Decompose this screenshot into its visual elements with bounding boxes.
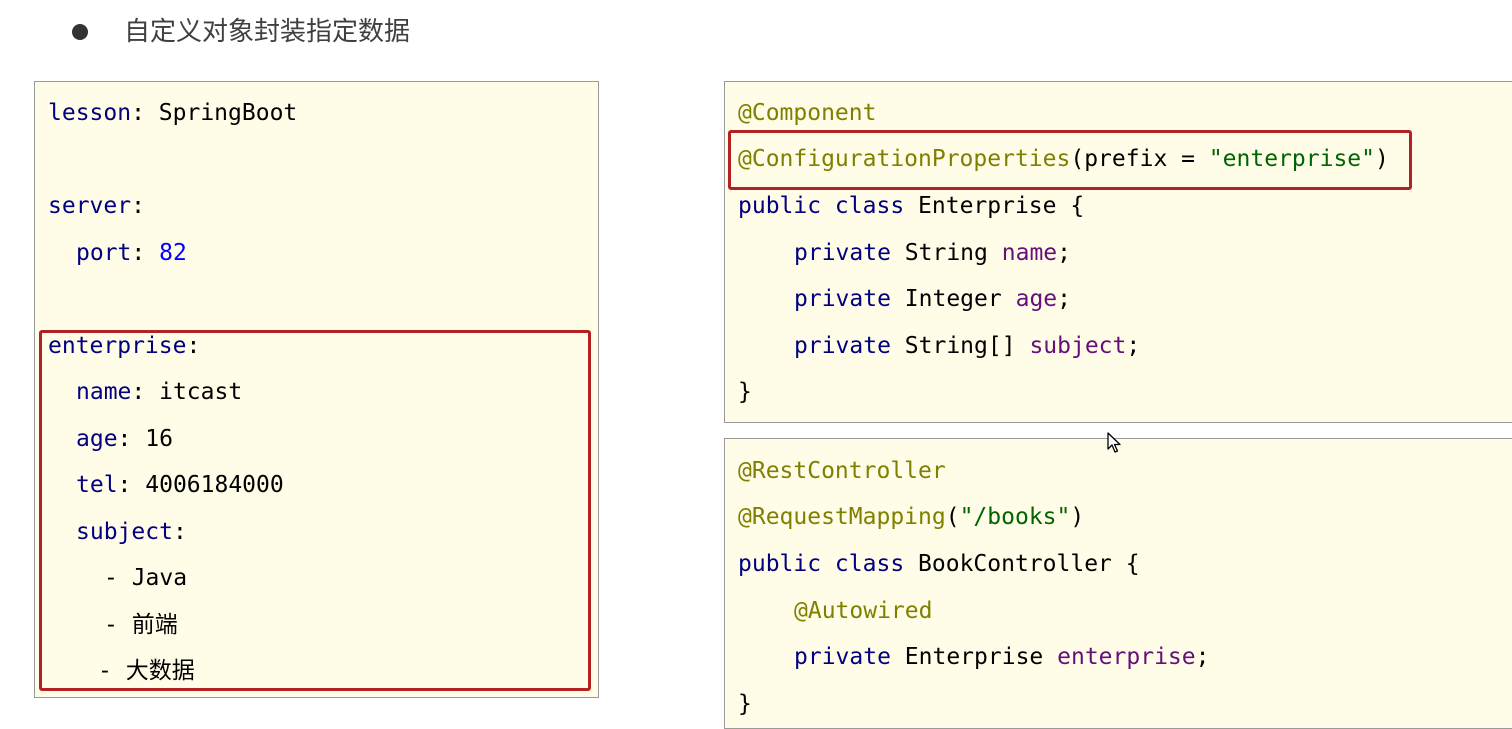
code-line-field: private Integer age; — [794, 286, 1071, 312]
annotation-autowired: @Autowired — [794, 598, 933, 624]
yaml-value-name: itcast — [159, 379, 243, 405]
code-line-closing-brace: } — [738, 377, 752, 407]
field-modifier: private — [794, 286, 891, 312]
field-name: age — [1015, 286, 1058, 312]
config-prefix-param: prefix = — [1084, 146, 1209, 172]
field-name: subject — [1029, 333, 1127, 359]
yaml-key-port: port — [76, 240, 132, 266]
yaml-key-age: age — [76, 426, 118, 452]
yaml-line-enterprise: enterprise: — [48, 333, 201, 359]
code-line-field: private String[] subject; — [794, 333, 1141, 359]
bullet-icon — [72, 24, 88, 40]
code-line-field: private Enterprise enterprise; — [794, 644, 1210, 670]
closing-brace: } — [738, 691, 752, 717]
field-modifier: private — [794, 644, 891, 670]
code-line-closing-brace: } — [738, 689, 752, 719]
code-line-request-mapping: @RequestMapping("/books") — [738, 504, 1085, 530]
yaml-subject-value: 大数据 — [125, 658, 195, 684]
annotation-request-mapping: @RequestMapping — [738, 504, 946, 530]
yaml-subject-item: - 前端 — [104, 612, 178, 638]
field-modifier: private — [794, 240, 891, 266]
code-line-class-declaration: public class BookController { — [738, 549, 1140, 579]
yaml-key-tel: tel — [76, 472, 118, 498]
code-line-field: private String name; — [794, 240, 1071, 266]
yaml-subject-value: 前端 — [131, 612, 178, 638]
field-type: Enterprise — [904, 644, 1044, 670]
yaml-line-name: name: itcast — [76, 379, 243, 405]
request-mapping-value: "/books" — [959, 504, 1071, 530]
code-line-rest-controller: @RestController — [738, 456, 946, 486]
yaml-subject-value: Java — [131, 565, 188, 591]
mouse-pointer-icon — [1107, 432, 1121, 453]
yaml-value-tel: 4006184000 — [145, 472, 284, 498]
yaml-key-lesson: lesson — [48, 100, 132, 126]
yaml-key-enterprise: enterprise — [48, 333, 187, 359]
field-modifier: private — [794, 333, 891, 359]
yaml-line-subject: subject: — [76, 519, 187, 545]
field-name: enterprise — [1057, 644, 1196, 670]
yaml-value-port: 82 — [159, 240, 187, 266]
yaml-value-age: 16 — [145, 426, 173, 452]
field-name: name — [1001, 240, 1058, 266]
annotation-configuration-properties: @ConfigurationProperties — [738, 146, 1071, 172]
field-type: String[] — [904, 333, 1016, 359]
code-line-class-declaration: public class Enterprise { — [738, 191, 1084, 221]
code-line-autowired: @Autowired — [794, 596, 932, 626]
code-line-configuration-properties: @ConfigurationProperties(prefix = "enter… — [738, 146, 1389, 172]
yaml-key-subject: subject — [76, 519, 173, 545]
annotation-rest-controller: @RestController — [738, 458, 946, 484]
class-name: BookController { — [918, 551, 1140, 577]
config-prefix-value: "enterprise" — [1208, 146, 1375, 172]
yaml-line-age: age: 16 — [76, 426, 173, 452]
class-name: Enterprise { — [918, 193, 1085, 219]
yaml-key-server: server — [48, 193, 132, 219]
class-keywords: public class — [738, 551, 905, 577]
yaml-subject-item: - Java — [104, 565, 188, 591]
closing-brace: } — [738, 379, 752, 405]
class-keywords: public class — [738, 193, 905, 219]
yaml-key-name: name — [76, 379, 132, 405]
yaml-line-tel: tel: 4006184000 — [76, 472, 284, 498]
annotation-component: @Component — [738, 100, 877, 126]
yaml-line-port: port: 82 — [76, 240, 187, 266]
yaml-line-lesson: lesson: SpringBoot — [48, 100, 298, 126]
yaml-value-lesson: SpringBoot — [158, 100, 298, 126]
field-type: String — [904, 240, 988, 266]
yaml-line-server: server: — [48, 193, 145, 219]
page-title: 自定义对象封装指定数据 — [124, 17, 411, 47]
field-type: Integer — [904, 286, 1002, 312]
code-line-component: @Component — [738, 98, 876, 128]
yaml-subject-item: - 大数据 — [98, 658, 195, 684]
